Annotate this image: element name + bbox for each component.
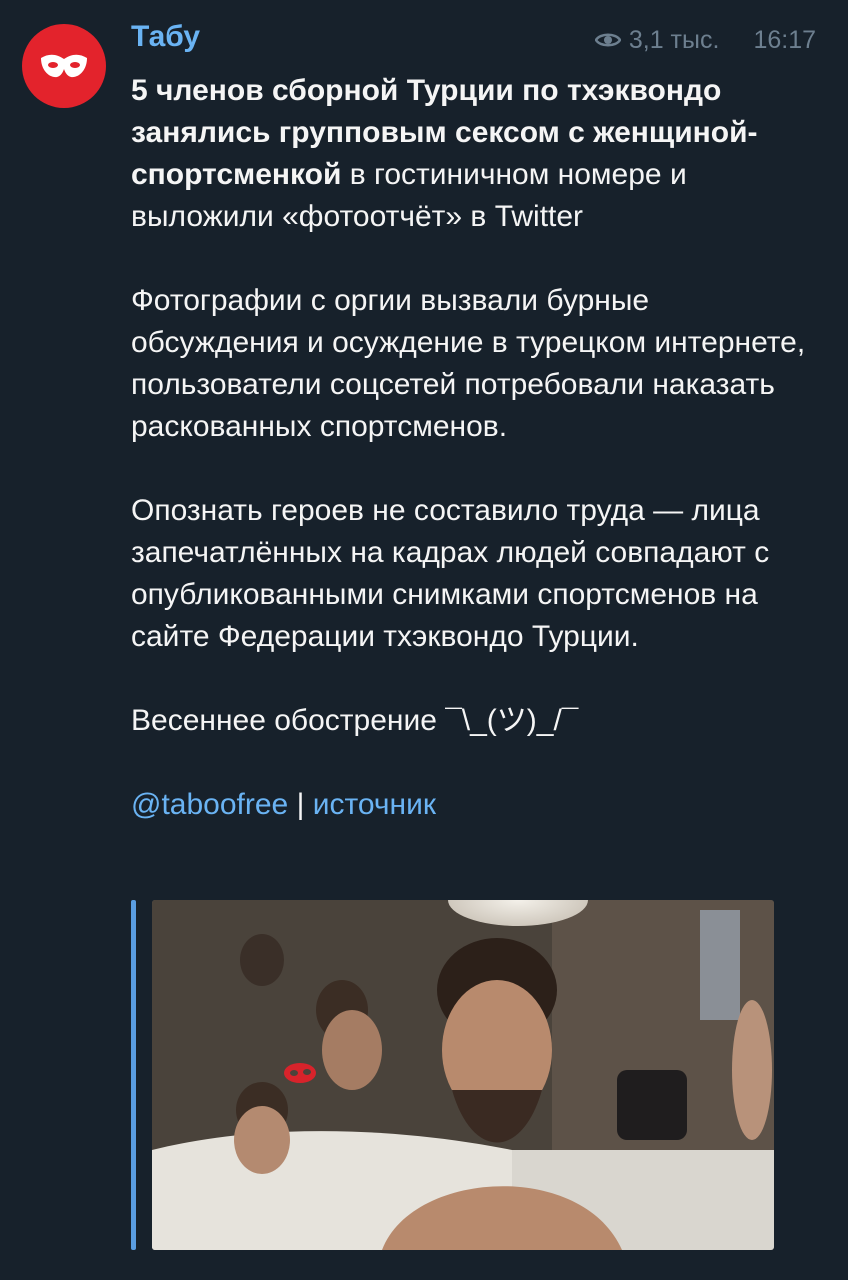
post-meta: 3,1 тыс. 16:17 bbox=[594, 24, 816, 56]
footer-separator: | bbox=[288, 788, 313, 821]
media-quote-bar bbox=[131, 900, 136, 1250]
photo-placeholder bbox=[152, 900, 774, 1250]
source-link[interactable]: источник bbox=[313, 788, 436, 821]
view-count: 3,1 тыс. bbox=[628, 25, 720, 54]
post-paragraph: Опознать героев не составило труда — лиц… bbox=[131, 494, 770, 653]
mask-icon bbox=[41, 54, 87, 78]
post-body: 5 членов сборной Турции по тхэквондо зан… bbox=[131, 70, 821, 826]
post-headline: 5 членов сборной Турции по тхэквондо зан… bbox=[131, 70, 821, 238]
eye-icon bbox=[594, 33, 621, 47]
channel-handle-link[interactable]: @taboofree bbox=[131, 788, 288, 821]
post-time: 16:17 bbox=[753, 25, 816, 54]
channel-name[interactable]: Табу bbox=[131, 20, 200, 54]
post-paragraph: Фотографии с оргии вызвали бурные обсужд… bbox=[131, 284, 806, 443]
post-photo[interactable] bbox=[152, 900, 774, 1250]
post-footer: @taboofree | источник bbox=[131, 784, 821, 826]
telegram-post: Табу 3,1 тыс. 16:17 5 членов сборной Тур… bbox=[0, 0, 848, 1280]
post-paragraph: Весеннее обострение ¯\_(ツ)_/¯ bbox=[131, 704, 579, 737]
channel-avatar[interactable] bbox=[22, 24, 106, 108]
